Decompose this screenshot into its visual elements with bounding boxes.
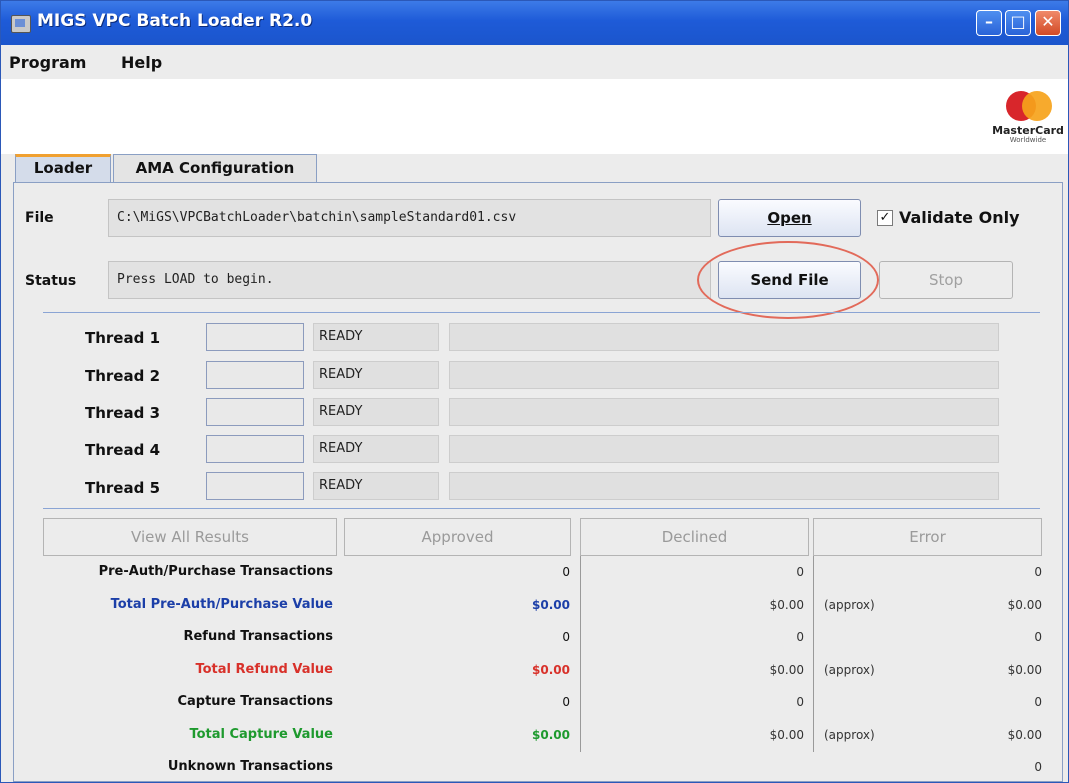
thread-5-status: READY	[313, 472, 439, 500]
open-button-label: Open	[767, 209, 812, 227]
declined-value: 0	[796, 630, 804, 644]
file-path-field[interactable]: C:\MiGS\VPCBatchLoader\batchin\sampleSta…	[108, 199, 711, 237]
app-icon	[11, 15, 31, 33]
window-title: MIGS VPC Batch Loader R2.0	[37, 11, 313, 31]
menu-program[interactable]: Program	[9, 53, 86, 72]
mastercard-logo: MasterCard Worldwide	[992, 89, 1064, 151]
thread-1-progress	[449, 323, 999, 351]
approved-value: $0.00	[532, 663, 570, 677]
error-value: 0	[1034, 695, 1042, 709]
column-divider-1	[580, 556, 581, 752]
open-button[interactable]: Open	[718, 199, 861, 237]
send-file-button[interactable]: Send File	[718, 261, 861, 299]
error-value: 0	[1034, 760, 1042, 774]
tab-ama-configuration[interactable]: AMA Configuration	[113, 154, 317, 182]
error-value: $0.00	[1007, 598, 1042, 612]
tab-loader[interactable]: Loader	[15, 154, 111, 182]
error-button[interactable]: Error	[813, 518, 1042, 556]
column-divider-2	[813, 556, 814, 752]
logo-text: MasterCard	[992, 124, 1064, 137]
view-all-results-button[interactable]: View All Results	[43, 518, 337, 556]
thread-3-label: Thread 3	[85, 404, 160, 422]
logo-orange-circle	[1022, 91, 1052, 121]
declined-button[interactable]: Declined	[580, 518, 809, 556]
thread-1-status: READY	[313, 323, 439, 351]
thread-5-label: Thread 5	[85, 479, 160, 497]
approved-value: $0.00	[532, 598, 570, 612]
close-button[interactable]: ✕	[1035, 10, 1061, 36]
error-value: 0	[1034, 565, 1042, 579]
thread-5-count	[206, 472, 304, 500]
error-value: $0.00	[1007, 728, 1042, 742]
approved-value: $0.00	[532, 728, 570, 742]
thread-2-label: Thread 2	[85, 367, 160, 385]
thread-3-count	[206, 398, 304, 426]
thread-2-status: READY	[313, 361, 439, 389]
thread-2-count	[206, 361, 304, 389]
logo-subtext: Worldwide	[1009, 136, 1047, 144]
declined-value: 0	[796, 695, 804, 709]
thread-3-status: READY	[313, 398, 439, 426]
approved-value: 0	[562, 630, 570, 644]
thread-2-progress	[449, 361, 999, 389]
approved-button[interactable]: Approved	[344, 518, 571, 556]
approx-label: (approx)	[824, 663, 875, 677]
result-row-label: Refund Transactions	[183, 629, 333, 644]
result-row-label: Total Refund Value	[195, 662, 333, 677]
result-row-label: Pre-Auth/Purchase Transactions	[98, 564, 333, 579]
thread-4-status: READY	[313, 435, 439, 463]
approved-value: 0	[562, 695, 570, 709]
approx-label: (approx)	[824, 728, 875, 742]
minimize-button[interactable]: –	[976, 10, 1002, 36]
approx-label: (approx)	[824, 598, 875, 612]
app-window: MIGS VPC Batch Loader R2.0 – □ ✕ Program…	[0, 0, 1069, 783]
declined-value: $0.00	[769, 663, 804, 677]
thread-5-progress	[449, 472, 999, 500]
status-field: Press LOAD to begin.	[108, 261, 711, 299]
result-row-label: Total Pre-Auth/Purchase Value	[110, 597, 333, 612]
validate-only-label: Validate Only	[899, 208, 1020, 227]
thread-4-progress	[449, 435, 999, 463]
thread-1-count	[206, 323, 304, 351]
declined-value: $0.00	[769, 728, 804, 742]
thread-4-count	[206, 435, 304, 463]
result-row-label: Capture Transactions	[177, 694, 333, 709]
result-row-label: Unknown Transactions	[167, 759, 333, 774]
file-label: File	[25, 210, 54, 226]
validate-only-checkbox[interactable]: ✓	[877, 210, 893, 226]
stop-button[interactable]: Stop	[879, 261, 1013, 299]
separator-top	[43, 312, 1040, 313]
menu-help[interactable]: Help	[121, 53, 162, 72]
thread-1-label: Thread 1	[85, 329, 160, 347]
declined-value: $0.00	[769, 598, 804, 612]
banner: MasterCard Worldwide	[1, 79, 1068, 154]
title-bar[interactable]: MIGS VPC Batch Loader R2.0 – □ ✕	[1, 1, 1068, 45]
menu-bar: Program Help	[1, 45, 1068, 79]
approved-value: 0	[562, 565, 570, 579]
separator-bottom	[43, 508, 1040, 509]
error-value: 0	[1034, 630, 1042, 644]
thread-3-progress	[449, 398, 999, 426]
maximize-button[interactable]: □	[1005, 10, 1031, 36]
error-value: $0.00	[1007, 663, 1042, 677]
result-row-label: Total Capture Value	[189, 727, 333, 742]
declined-value: 0	[796, 565, 804, 579]
thread-4-label: Thread 4	[85, 441, 160, 459]
status-label: Status	[25, 273, 77, 289]
